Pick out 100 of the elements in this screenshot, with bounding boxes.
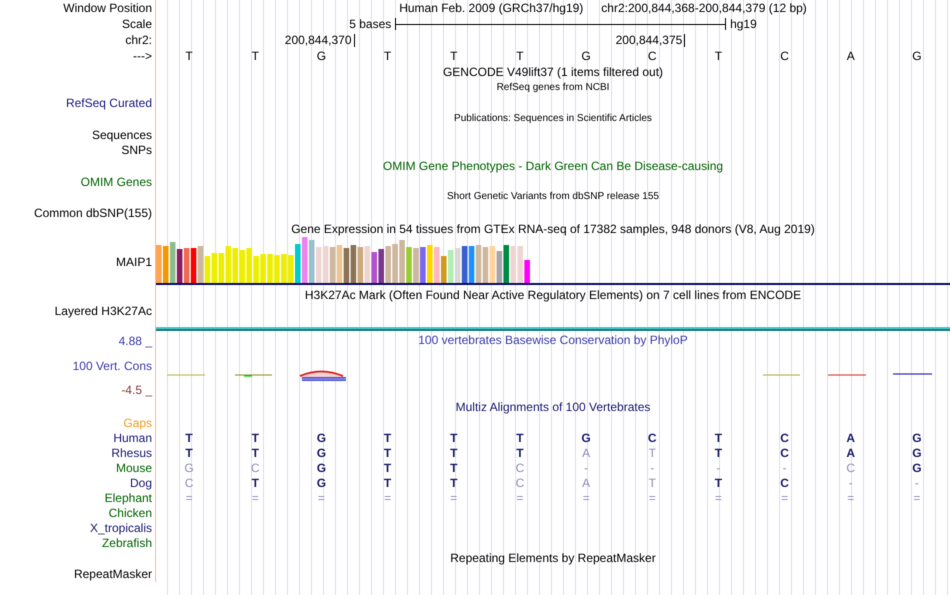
track-label: Gaps xyxy=(123,416,152,429)
aligned-base: = xyxy=(780,492,790,504)
aligned-base: A xyxy=(845,432,856,444)
base-letter: T xyxy=(250,50,260,62)
aligned-base: T xyxy=(714,446,724,459)
aligned-base: T xyxy=(714,432,724,444)
row-label: chr2: xyxy=(125,34,152,46)
base-letter: T xyxy=(515,50,525,62)
aligned-base: T xyxy=(382,462,392,474)
aligned-base: A xyxy=(581,476,592,489)
base-letter: G xyxy=(580,50,592,62)
strand-arrow: ---> xyxy=(133,50,152,62)
aligned-base: - xyxy=(649,462,656,474)
aligned-base: = xyxy=(383,492,392,504)
track-description: Short Genetic Variants from dbSNP release 155 xyxy=(446,192,660,202)
track-title: Repeating Elements by RepeatMasker xyxy=(449,552,657,564)
aligned-base: T xyxy=(449,476,458,489)
aligned-base: T xyxy=(648,476,657,489)
aligned-base: T xyxy=(250,432,260,444)
track-title: GENCODE V49lift37 (1 items filtered out) xyxy=(442,66,664,78)
track-description: Publications: Sequences in Scientific Articles xyxy=(453,114,653,124)
aligned-base: C xyxy=(779,432,790,444)
aligned-base: T xyxy=(449,446,458,459)
base-letter: T xyxy=(184,50,194,62)
aligned-base: T xyxy=(184,432,194,444)
aligned-base: = xyxy=(582,492,591,504)
axis-max-label: 4.88 _ xyxy=(118,335,152,348)
base-letter: T xyxy=(382,50,392,62)
row-label: Window Position xyxy=(63,2,152,14)
aligned-base: = xyxy=(515,492,524,504)
track-label: SNPs xyxy=(121,144,152,156)
aligned-base: T xyxy=(515,432,525,444)
track-title: H3K27Ac Mark (Often Found Near Active Regulatory Elements) on 7 cell lines from ENCODE xyxy=(304,288,802,301)
scale-assembly: hg19 xyxy=(730,18,757,30)
aligned-base: - xyxy=(848,476,854,489)
aligned-base: T xyxy=(382,432,392,444)
aligned-base: = xyxy=(846,492,856,504)
scale-length: 5 bases xyxy=(349,18,392,30)
position-range: chr2:200,844,368-200,844,379 (12 bp) xyxy=(601,2,807,14)
species-label: Elephant xyxy=(104,492,152,504)
aligned-base: G xyxy=(911,432,923,444)
track-title: OMIM Gene Phenotypes - Dark Green Can Be Disease-causing xyxy=(382,160,724,172)
aligned-base: T xyxy=(449,462,458,474)
aligned-base: G xyxy=(316,432,328,444)
aligned-base: T xyxy=(382,446,392,459)
aligned-base: - xyxy=(583,462,590,474)
aligned-base: G xyxy=(316,462,328,474)
aligned-base: T xyxy=(515,446,525,459)
coordinate-tick: 200,844,370 xyxy=(284,34,354,46)
base-letter: C xyxy=(779,50,790,62)
aligned-base: = xyxy=(250,492,260,504)
aligned-base: = xyxy=(449,492,458,504)
aligned-base: C xyxy=(646,432,658,444)
track-title: Gene Expression in 54 tissues from GTEx RNA-seq of 17382 samples, 948 donors (V8, Aug 2019) xyxy=(290,222,816,235)
aligned-base: T xyxy=(648,446,657,459)
base-letter: T xyxy=(714,50,724,62)
gene-label: MAIP1 xyxy=(116,256,152,268)
species-label: X_tropicalis xyxy=(90,522,152,534)
assembly-name: Human Feb. 2009 (GRCh37/hg19) xyxy=(399,2,584,14)
track-label: OMIM Genes xyxy=(80,176,152,188)
aligned-base: T xyxy=(250,446,260,459)
track-label: Sequences xyxy=(92,128,152,141)
track-title: 100 vertebrates Basewise Conservation by PhyloP xyxy=(417,334,689,346)
aligned-base: = xyxy=(714,492,723,504)
species-label: Mouse xyxy=(116,462,152,474)
aligned-base: C xyxy=(184,476,194,489)
aligned-base: G xyxy=(911,462,923,474)
aligned-base: - xyxy=(914,476,920,489)
track-label: Common dbSNP(155) xyxy=(34,206,152,219)
aligned-base: = xyxy=(648,492,657,504)
aligned-base: G xyxy=(183,462,195,474)
aligned-base: C xyxy=(514,476,526,489)
aligned-base: T xyxy=(184,446,194,459)
species-label: Rhesus xyxy=(111,446,152,459)
aligned-base: T xyxy=(449,432,458,444)
aligned-base: - xyxy=(782,462,788,474)
aligned-base: A xyxy=(581,446,592,459)
aligned-base: C xyxy=(845,462,856,474)
aligned-base: C xyxy=(779,446,790,459)
aligned-base: T xyxy=(382,476,392,489)
track-description: RefSeq genes from NCBI xyxy=(496,82,610,93)
aligned-base: G xyxy=(911,446,923,459)
aligned-base: = xyxy=(316,492,326,504)
aligned-base: G xyxy=(580,432,592,444)
base-letter: T xyxy=(449,50,458,62)
species-label: Dog xyxy=(130,476,152,489)
aligned-base: = xyxy=(184,492,194,504)
aligned-base: C xyxy=(779,476,790,489)
aligned-base: T xyxy=(250,476,260,489)
track-label: Layered H3K27Ac xyxy=(54,304,152,317)
species-label: Zebrafish xyxy=(102,536,152,549)
track-label: RefSeq Curated xyxy=(66,97,152,110)
base-letter: G xyxy=(316,50,328,62)
species-label: Human xyxy=(113,432,152,444)
aligned-base: = xyxy=(912,492,922,504)
track-title: Multiz Alignments of 100 Vertebrates xyxy=(454,401,652,414)
species-label: Chicken xyxy=(108,506,152,519)
base-letter: A xyxy=(846,50,856,62)
aligned-base: T xyxy=(714,476,724,489)
aligned-base: G xyxy=(316,476,328,489)
